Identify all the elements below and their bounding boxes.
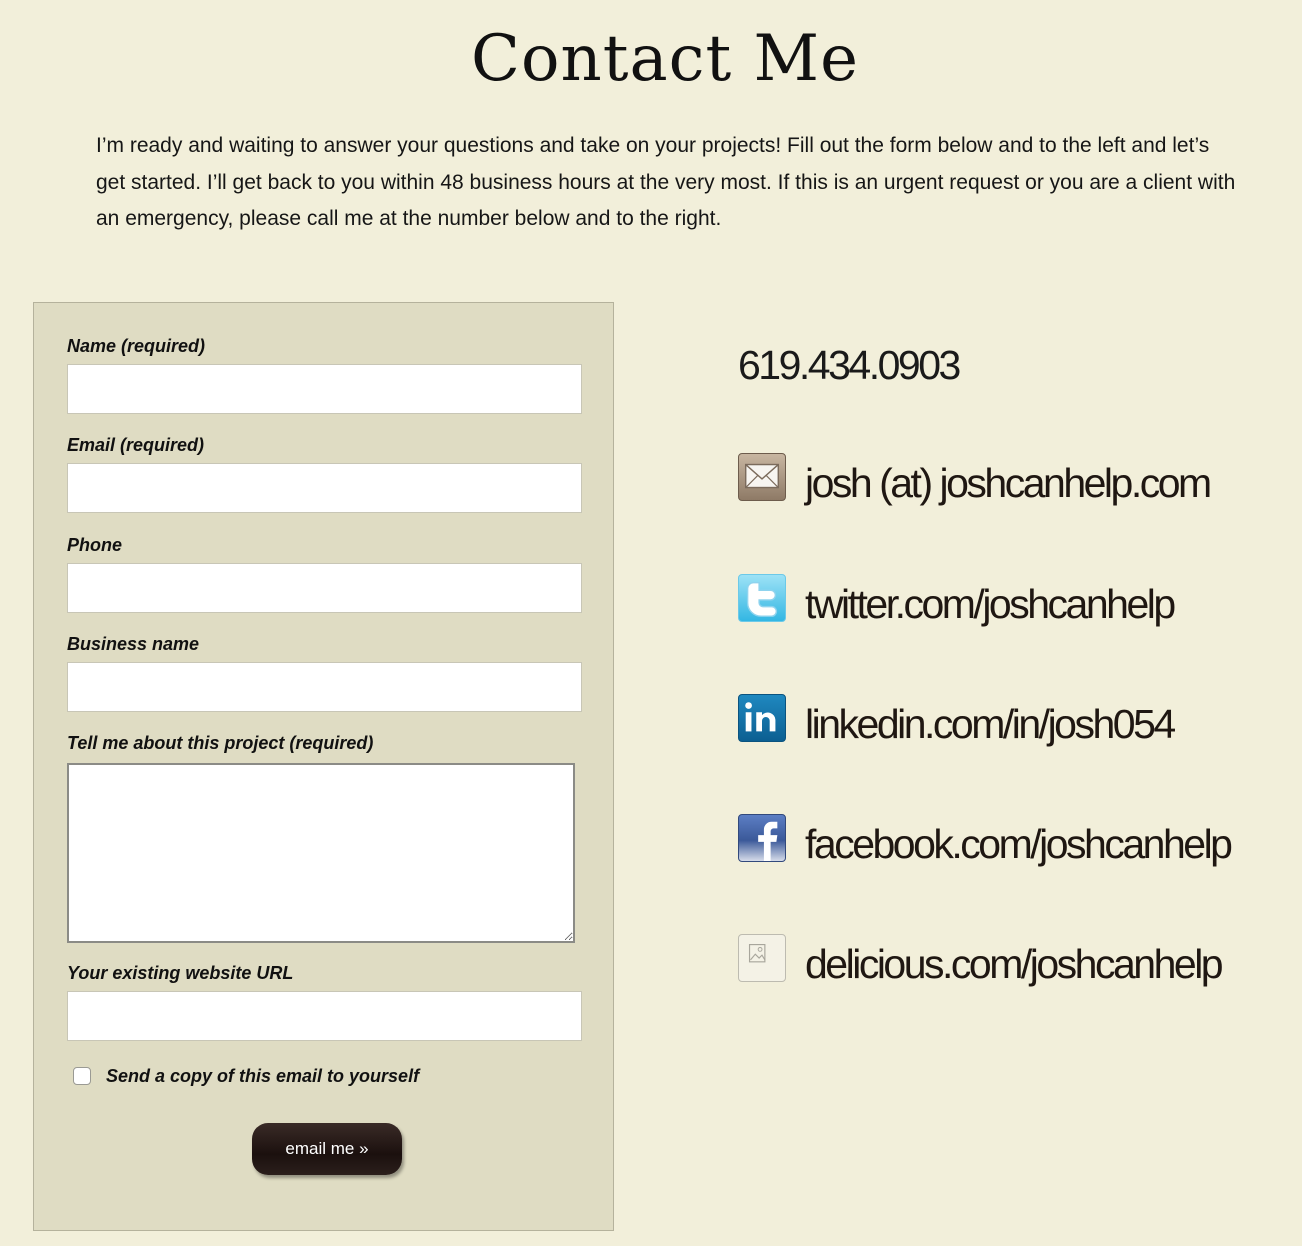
twitter-icon [738,574,786,622]
website-url-label: Your existing website URL [67,963,294,983]
project-label: Tell me about this project (required) [67,733,374,753]
intro-paragraph: I’m ready and waiting to answer your que… [96,134,1236,230]
phone-input[interactable] [67,563,582,613]
business-name-label: Business name [67,634,200,654]
email-input[interactable] [67,463,582,513]
email-link[interactable]: josh (at) joshcanhelp.com [805,460,1212,507]
phone-label: Phone [67,535,123,555]
linkedin-icon [738,694,786,742]
send-copy-checkbox[interactable] [73,1067,91,1085]
delicious-link[interactable]: delicious.com/joshcanhelp [805,941,1224,988]
project-textarea[interactable] [67,763,575,943]
facebook-link[interactable]: facebook.com/joshcanhelp [805,821,1233,868]
contact-form: Name (required) Email (required) Phone B… [33,302,614,1231]
twitter-link[interactable]: twitter.com/joshcanhelp [805,581,1176,628]
linkedin-link[interactable]: linkedin.com/in/josh054 [805,701,1176,748]
delicious-icon [738,934,786,982]
website-url-input[interactable] [67,991,582,1041]
email-me-button[interactable]: email me » [252,1123,402,1175]
facebook-icon [738,814,786,862]
send-copy-label: Send a copy of this email to yourself [106,1066,420,1086]
email-label: Email (required) [67,435,205,455]
name-label: Name (required) [67,336,206,356]
mail-icon [738,453,786,501]
name-input[interactable] [67,364,582,414]
phone-number: 619.434.0903 [738,342,961,388]
page-title: Contact Me [471,22,859,96]
business-name-input[interactable] [67,662,582,712]
